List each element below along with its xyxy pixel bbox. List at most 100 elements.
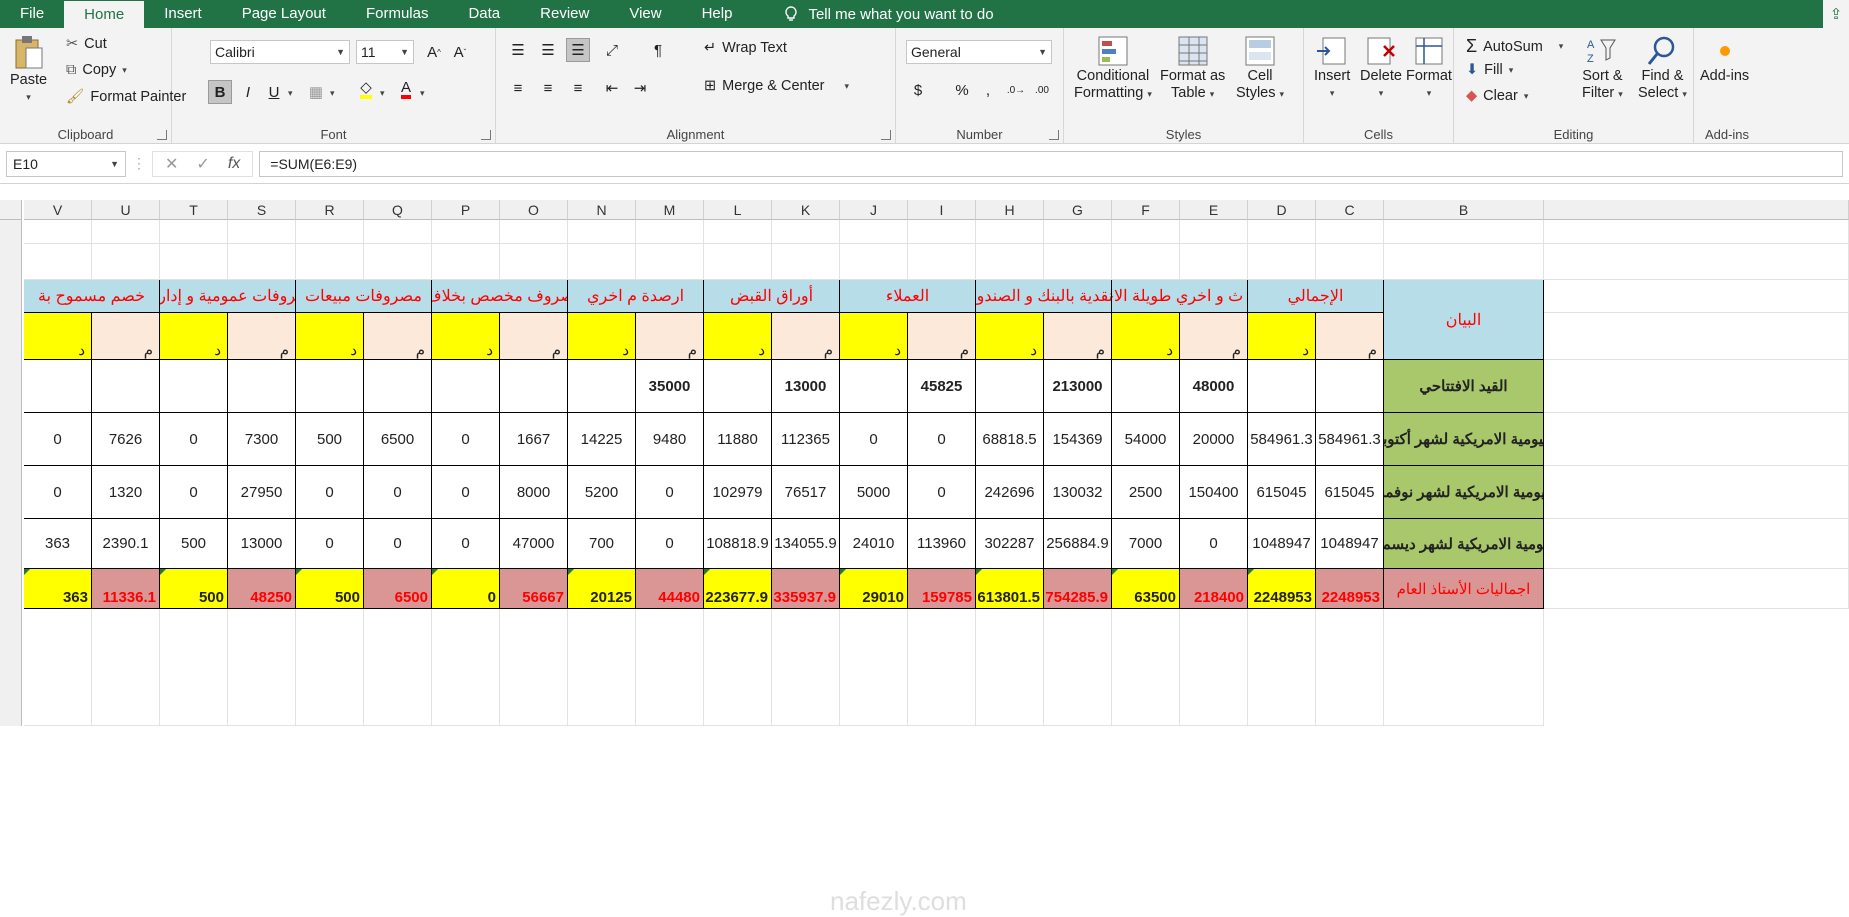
data-cell[interactable] (364, 360, 432, 413)
data-cell[interactable]: 584961.3 (1316, 413, 1384, 466)
orientation-icon[interactable]: ⤢ (600, 38, 624, 62)
subheader-credit[interactable]: م (1316, 313, 1384, 360)
empty-cell[interactable] (228, 609, 296, 726)
data-cell[interactable]: 0 (432, 519, 500, 569)
column-header-v[interactable]: V (24, 200, 92, 220)
empty-cell[interactable] (500, 609, 568, 726)
data-cell[interactable]: 0 (432, 466, 500, 519)
empty-cell[interactable] (1384, 244, 1544, 280)
data-cell[interactable] (568, 360, 636, 413)
column-header-l[interactable]: L (704, 200, 772, 220)
data-cell[interactable]: 68818.5 (976, 413, 1044, 466)
empty-cell[interactable] (160, 609, 228, 726)
align-center-icon[interactable]: ≡ (536, 76, 560, 100)
total-cell[interactable]: 2248953 (1316, 569, 1384, 609)
subheader-debit[interactable]: د (1112, 313, 1180, 360)
data-cell[interactable]: 500 (160, 519, 228, 569)
chevron-down-icon[interactable]: ▾ (380, 88, 385, 99)
font-size-select[interactable]: 11 ▼ (356, 40, 414, 64)
fill-color-icon[interactable]: ◇ (354, 78, 378, 102)
empty-cell[interactable] (364, 244, 432, 280)
empty-cell[interactable] (840, 609, 908, 726)
empty-cell[interactable] (296, 244, 364, 280)
group-header[interactable]: ارصدة م اخري (568, 280, 704, 313)
borders-icon[interactable]: ▦ (304, 80, 328, 104)
data-cell[interactable] (1112, 360, 1180, 413)
subheader-credit[interactable]: م (92, 313, 160, 360)
tab-formulas[interactable]: Formulas (346, 0, 449, 28)
tab-page-layout[interactable]: Page Layout (222, 0, 346, 28)
total-cell[interactable]: 500 (160, 569, 228, 609)
row-header-strip[interactable] (0, 220, 22, 726)
align-right-icon[interactable]: ≡ (566, 76, 590, 100)
empty-cell[interactable] (364, 609, 432, 726)
empty-cell[interactable] (1544, 569, 1849, 609)
data-cell[interactable]: 24010 (840, 519, 908, 569)
column-header-extra[interactable] (1544, 200, 1849, 220)
percent-button[interactable]: % (950, 78, 974, 102)
subheader-debit[interactable]: د (840, 313, 908, 360)
data-cell[interactable] (24, 360, 92, 413)
empty-cell[interactable] (772, 244, 840, 280)
empty-cell[interactable] (92, 609, 160, 726)
data-cell[interactable]: 0 (908, 466, 976, 519)
data-cell[interactable]: 1320 (92, 466, 160, 519)
empty-cell[interactable] (1544, 244, 1849, 280)
data-cell[interactable]: 2500 (1112, 466, 1180, 519)
subheader-debit[interactable]: د (1248, 313, 1316, 360)
clipboard-launcher-icon[interactable] (157, 130, 167, 140)
empty-cell[interactable] (160, 220, 228, 244)
empty-cell[interactable] (1316, 609, 1384, 726)
insert-function-button[interactable]: fx (228, 155, 240, 173)
data-cell[interactable] (432, 360, 500, 413)
data-cell[interactable]: 0 (296, 519, 364, 569)
group-header[interactable]: صروفات عمومية و إدارية (160, 280, 296, 313)
total-cell[interactable]: 2248953 (1248, 569, 1316, 609)
empty-cell[interactable] (1044, 609, 1112, 726)
empty-cell[interactable] (1248, 609, 1316, 726)
subheader-debit[interactable]: د (976, 313, 1044, 360)
column-header-g[interactable]: G (1044, 200, 1112, 220)
empty-cell[interactable] (432, 220, 500, 244)
data-cell[interactable]: 20000 (1180, 413, 1248, 466)
subheader-debit[interactable]: د (24, 313, 92, 360)
empty-cell[interactable] (636, 220, 704, 244)
empty-cell[interactable] (500, 244, 568, 280)
tab-file[interactable]: File (0, 0, 64, 28)
data-cell[interactable]: 45825 (908, 360, 976, 413)
empty-cell[interactable] (568, 220, 636, 244)
empty-cell[interactable] (1544, 466, 1849, 519)
cancel-icon[interactable]: ✕ (165, 154, 178, 174)
chevron-down-icon[interactable]: ▾ (420, 88, 425, 99)
empty-cell[interactable] (92, 220, 160, 244)
empty-cell[interactable] (1544, 413, 1849, 466)
empty-cell[interactable] (1384, 220, 1544, 244)
row-label[interactable]: اليومية الامريكية لشهر ديسمبر (1384, 519, 1544, 569)
name-box[interactable]: E10 ▼ (6, 150, 126, 177)
fill-button[interactable]: ⬇ Fill ▾ (1466, 62, 1513, 78)
data-cell[interactable]: 1667 (500, 413, 568, 466)
group-header[interactable]: الإجمالي (1248, 280, 1384, 313)
empty-cell[interactable] (976, 220, 1044, 244)
data-cell[interactable]: 0 (636, 466, 704, 519)
align-bottom-icon[interactable]: ☰ (566, 38, 590, 62)
empty-cell[interactable] (1544, 313, 1849, 360)
total-cell[interactable]: 29010 (840, 569, 908, 609)
data-cell[interactable]: 113960 (908, 519, 976, 569)
empty-cell[interactable] (976, 244, 1044, 280)
total-cell[interactable]: 613801.5 (976, 569, 1044, 609)
font-launcher-icon[interactable] (481, 130, 491, 140)
data-cell[interactable] (840, 360, 908, 413)
data-cell[interactable]: 256884.9 (1044, 519, 1112, 569)
empty-cell[interactable] (1248, 244, 1316, 280)
subheader-credit[interactable]: م (1044, 313, 1112, 360)
tab-home[interactable]: Home (64, 0, 145, 28)
data-cell[interactable]: 0 (364, 519, 432, 569)
empty-cell[interactable] (908, 244, 976, 280)
total-cell[interactable]: 56667 (500, 569, 568, 609)
empty-cell[interactable] (24, 220, 92, 244)
subheader-debit[interactable]: د (568, 313, 636, 360)
subheader-credit[interactable]: م (364, 313, 432, 360)
conditional-formatting-button[interactable]: Conditional Formatting ▾ (1074, 34, 1152, 103)
data-cell[interactable]: 76517 (772, 466, 840, 519)
